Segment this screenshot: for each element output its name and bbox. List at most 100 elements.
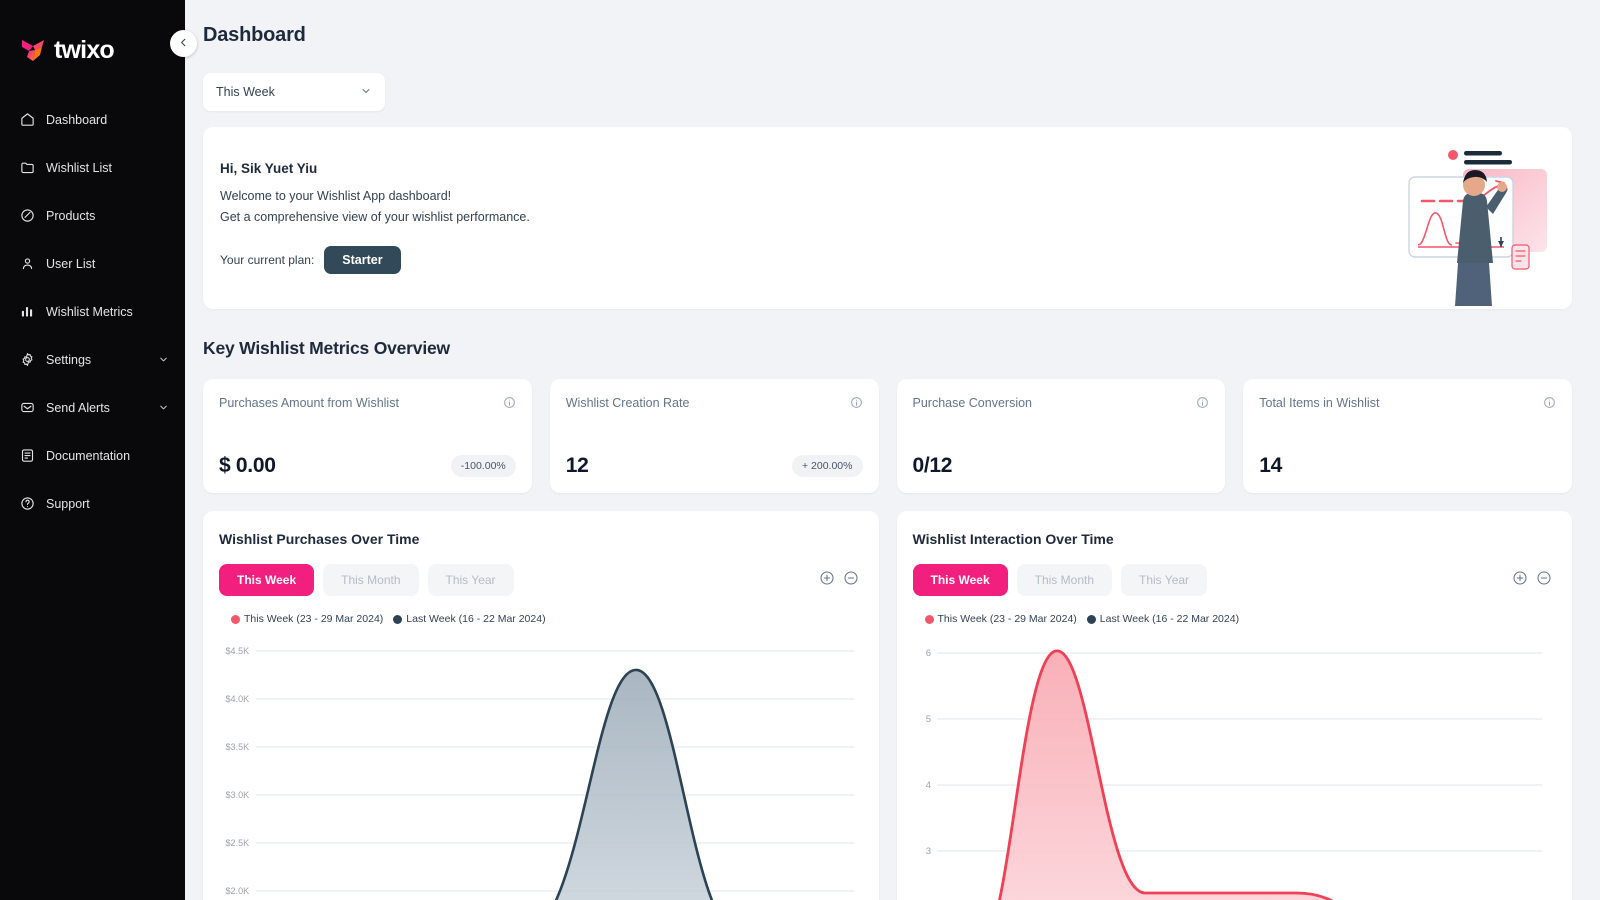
metric-card: Purchases Amount from Wishlist $ 0.00 -1… (203, 379, 532, 493)
metric-title: Purchase Conversion (912, 396, 1033, 410)
svg-text:3: 3 (925, 846, 930, 857)
date-range-select[interactable]: This Week (203, 73, 385, 111)
sidebar-item-label: User List (46, 256, 96, 271)
sidebar-item-settings[interactable]: Settings (0, 344, 185, 375)
tab-this-month[interactable]: This Month (1016, 564, 1112, 596)
svg-text:4: 4 (925, 780, 931, 791)
chart-legend: This Week (23 - 29 Mar 2024) Last Week (… (913, 613, 1557, 625)
sidebar-item-send-alerts[interactable]: Send Alerts (0, 392, 185, 423)
legend-item-this-week: This Week (23 - 29 Mar 2024) (231, 613, 383, 625)
chart-title: Wishlist Purchases Over Time (219, 531, 420, 547)
sidebar-nav: Dashboard Wishlist List Products User Li… (0, 104, 185, 536)
svg-text:$3.0K: $3.0K (226, 790, 250, 800)
metric-delta-badge: + 200.00% (791, 455, 863, 477)
tab-this-week[interactable]: This Week (219, 564, 315, 596)
metric-card: Total Items in Wishlist 14 (1243, 379, 1572, 493)
tab-this-year[interactable]: This Year (1121, 564, 1208, 596)
metric-card: Wishlist Creation Rate 12 + 200.00% (549, 379, 879, 493)
chevron-down-icon (360, 85, 372, 100)
chart-plot-interaction[interactable]: 6 5 4 3 (913, 637, 1557, 900)
sidebar-collapse-button[interactable] (170, 30, 197, 57)
sidebar-item-products[interactable]: Products (0, 200, 185, 231)
svg-text:6: 6 (925, 648, 930, 659)
sidebar-item-label: Dashboard (46, 112, 108, 127)
metric-card: Purchase Conversion 0/12 (896, 379, 1226, 493)
sidebar-item-label: Send Alerts (46, 400, 110, 415)
person-at-whiteboard-illustration (1400, 141, 1550, 306)
metrics-section-title: Key Wishlist Metrics Overview (203, 338, 450, 358)
legend-dot-this-week (231, 614, 240, 624)
metric-value: 12 (565, 454, 589, 477)
legend-item-this-week: This Week (23 - 29 Mar 2024) (924, 613, 1077, 625)
metric-value: $ 0.00 (219, 454, 276, 477)
sidebar-item-label: Support (46, 496, 90, 511)
tab-this-week[interactable]: This Week (912, 564, 1008, 596)
info-icon[interactable] (1543, 396, 1556, 409)
legend-item-last-week: Last Week (16 - 22 Mar 2024) (1086, 613, 1240, 625)
sidebar-item-wishlist-list[interactable]: Wishlist List (0, 152, 185, 183)
app-root: twixo Dashboard Wishlist List Products U… (0, 0, 1600, 900)
info-icon[interactable] (850, 396, 863, 409)
sidebar-item-label: Wishlist List (46, 160, 112, 175)
chart-range-tabs: This Week This Month This Year (912, 564, 1557, 596)
zoom-in-icon[interactable] (819, 570, 835, 591)
chart-cards: Wishlist Purchases Over Time This Week T… (203, 511, 1572, 900)
tag-icon (20, 208, 35, 223)
legend-dot-last-week (1086, 614, 1096, 624)
chart-zoom-controls (1512, 570, 1556, 591)
home-icon (20, 112, 35, 127)
gear-icon (20, 352, 35, 367)
chart-range-tabs: This Week This Month This Year (219, 564, 863, 596)
current-plan-row: Your current plan: Starter (220, 246, 1572, 274)
metric-title: Total Items in Wishlist (1259, 396, 1380, 410)
info-icon[interactable] (1196, 396, 1209, 409)
legend-label: Last Week (16 - 22 Mar 2024) (1099, 613, 1240, 625)
sidebar-item-dashboard[interactable]: Dashboard (0, 104, 185, 135)
help-circle-icon (20, 496, 35, 511)
chevron-down-icon (158, 354, 169, 365)
plan-badge[interactable]: Starter (324, 246, 401, 274)
metric-title: Wishlist Creation Rate (565, 396, 690, 410)
legend-label: This Week (23 - 29 Mar 2024) (244, 613, 384, 625)
sidebar-item-label: Documentation (46, 448, 131, 463)
metric-value: 0/12 (912, 454, 953, 477)
user-icon (20, 256, 35, 271)
sidebar-item-label: Wishlist Metrics (46, 304, 133, 319)
sidebar-item-label: Products (46, 208, 96, 223)
welcome-line-1: Welcome to your Wishlist App dashboard! (220, 189, 452, 203)
sidebar-item-support[interactable]: Support (0, 488, 185, 519)
zoom-in-icon[interactable] (1512, 570, 1528, 591)
sidebar-item-wishlist-metrics[interactable]: Wishlist Metrics (0, 296, 185, 327)
chart-legend: This Week (23 - 29 Mar 2024) Last Week (… (219, 613, 863, 625)
logo-wordmark: twixo (54, 35, 115, 64)
sidebar-item-documentation[interactable]: Documentation (0, 440, 185, 471)
folder-icon (20, 160, 35, 175)
logo[interactable]: twixo (0, 22, 185, 74)
envelope-icon (20, 400, 35, 415)
tab-this-month[interactable]: This Month (323, 564, 419, 596)
tab-this-year[interactable]: This Year (427, 564, 514, 596)
svg-text:5: 5 (925, 714, 930, 725)
zoom-out-icon[interactable] (843, 570, 859, 591)
chart-title: Wishlist Interaction Over Time (912, 531, 1114, 547)
metric-title: Purchases Amount from Wishlist (219, 396, 399, 410)
sidebar: twixo Dashboard Wishlist List Products U… (0, 0, 185, 900)
welcome-card: Hi, Sik Yuet Yiu Welcome to your Wishlis… (203, 127, 1572, 309)
metric-cards: Purchases Amount from Wishlist $ 0.00 -1… (203, 379, 1572, 493)
chart-plot-purchases[interactable]: $4.5K $4.0K $3.5K $3.0K $2.5K $2.0K (219, 637, 863, 900)
info-icon[interactable] (503, 396, 516, 409)
legend-label: This Week (23 - 29 Mar 2024) (937, 613, 1077, 625)
svg-text:$3.5K: $3.5K (226, 742, 250, 752)
metric-delta-badge: -100.00% (450, 455, 516, 477)
bar-chart-icon (20, 304, 35, 319)
sidebar-item-user-list[interactable]: User List (0, 248, 185, 279)
chart-card-purchases: Wishlist Purchases Over Time This Week T… (203, 511, 879, 900)
svg-text:$2.0K: $2.0K (226, 886, 250, 896)
svg-text:$2.5K: $2.5K (226, 838, 250, 848)
zoom-out-icon[interactable] (1536, 570, 1552, 591)
page-title: Dashboard (203, 24, 306, 46)
document-icon (20, 448, 35, 463)
sidebar-item-label: Settings (46, 352, 92, 367)
chevron-down-icon (158, 402, 169, 413)
svg-text:$4.5K: $4.5K (226, 646, 250, 656)
